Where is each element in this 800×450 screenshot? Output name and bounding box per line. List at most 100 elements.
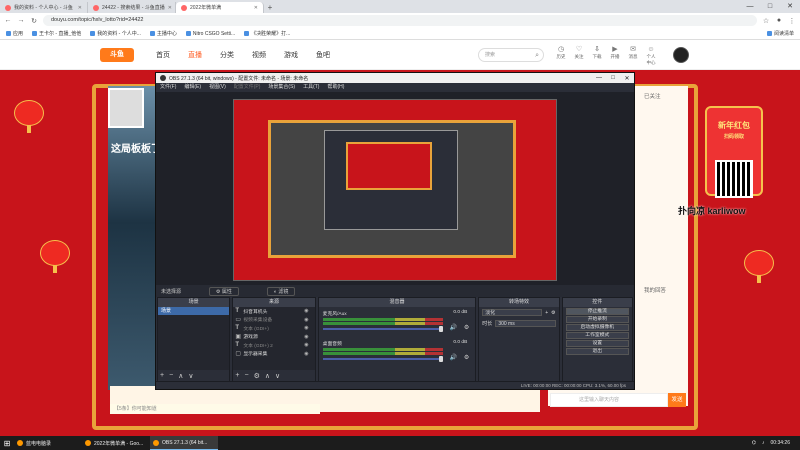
menu-view[interactable]: 视图(V) <box>209 83 226 92</box>
add-transition-icon[interactable]: + <box>545 310 548 316</box>
visibility-eye-icon[interactable]: ◉ <box>304 325 308 331</box>
add-scene-icon[interactable]: + <box>160 372 164 380</box>
follow-icon[interactable]: ♡ 关注 <box>573 46 585 66</box>
source-item[interactable]: ▣ 游戏源 ◉ <box>233 333 314 342</box>
reading-list[interactable]: 阅读清单 <box>766 30 794 37</box>
bookmark-item[interactable]: 王卡尔 - 直播_他他 <box>32 30 81 37</box>
nav-live[interactable]: 直播 <box>188 50 202 60</box>
obs-maximize-button[interactable]: □ <box>606 75 620 82</box>
nav-home[interactable]: 首页 <box>156 50 170 60</box>
close-button[interactable]: ✕ <box>780 0 800 13</box>
browser-tab-active[interactable]: 2022年微单满 ✕ <box>176 2 264 13</box>
start-recording-button[interactable]: 开始录制 <box>565 316 629 323</box>
url-input[interactable]: douyu.com/topic/hxlv_lotto?rid=24422 <box>43 15 757 26</box>
menu-tools[interactable]: 工具(T) <box>303 83 319 92</box>
speaker-icon[interactable]: 🔊 <box>450 354 457 361</box>
move-down-icon[interactable]: ∨ <box>275 372 280 380</box>
chat-input[interactable]: 这里输入聊天内容 <box>550 393 668 407</box>
move-up-icon[interactable]: ∧ <box>265 372 270 380</box>
user-center-icon[interactable]: ☺ 个人中心 <box>645 46 657 66</box>
volume-icon[interactable]: ♪ <box>762 440 765 446</box>
history-icon[interactable]: ◷ 历史 <box>555 46 567 66</box>
start-virtual-camera-button[interactable]: 启动虚拟摄像机 <box>565 324 629 331</box>
settings-button[interactable]: 设置 <box>565 340 629 347</box>
forward-icon[interactable]: → <box>17 17 25 24</box>
nav-game[interactable]: 游戏 <box>284 50 298 60</box>
minimize-button[interactable]: — <box>740 0 760 13</box>
network-icon[interactable]: ⌬ <box>752 440 756 446</box>
search-icon[interactable]: ⌕ <box>535 50 539 62</box>
windows-start-icon[interactable]: ⊞ <box>0 439 14 448</box>
gear-icon[interactable]: ⚙ <box>464 324 469 331</box>
menu-help[interactable]: 帮助(H) <box>327 83 344 92</box>
source-item[interactable]: T 文本 (GDI+) ◉ <box>233 324 314 333</box>
scene-item[interactable]: 场景 <box>158 307 230 315</box>
close-tab-icon[interactable]: ✕ <box>254 5 258 11</box>
menu-icon[interactable]: ⋮ <box>788 17 796 25</box>
transition-settings-icon[interactable]: ⚙ <box>551 310 555 316</box>
volume-slider[interactable] <box>322 328 444 330</box>
move-down-icon[interactable]: ∨ <box>188 372 193 380</box>
duration-input[interactable]: 300 ms <box>495 320 556 327</box>
nav-yuba[interactable]: 鱼吧 <box>316 50 330 60</box>
obs-preview-area[interactable] <box>156 92 634 285</box>
obs-close-button[interactable]: ✕ <box>620 75 634 82</box>
menu-file[interactable]: 文件(F) <box>160 83 176 92</box>
reload-icon[interactable]: ↻ <box>30 17 38 25</box>
clock[interactable]: 00:34:26 <box>771 440 790 446</box>
back-icon[interactable]: ← <box>4 17 12 24</box>
taskbar-item[interactable]: 蓝电电脑录 <box>14 436 82 450</box>
remove-source-icon[interactable]: − <box>244 372 248 380</box>
studio-mode-button[interactable]: 工作室模式 <box>565 332 629 339</box>
browser-tab[interactable]: 24422 - 搜索结果 - 斗鱼直播 ✕ <box>88 2 176 13</box>
properties-button[interactable]: ⚙ 属性 <box>209 286 239 296</box>
stop-streaming-button[interactable]: 停止推流 <box>565 308 629 315</box>
menu-scene-collection[interactable]: 场景集合(S) <box>268 83 295 92</box>
filters-button[interactable]: ◐ 滤镜 <box>266 286 296 296</box>
broadcast-icon[interactable]: ▶ 开播 <box>609 46 621 66</box>
taskbar-item-active[interactable]: OBS 27.1.3 (64 bit... <box>150 436 218 450</box>
browser-tab[interactable]: 我的资料 - 个人中心 - 斗鱼 ✕ <box>0 2 88 13</box>
volume-slider[interactable] <box>322 358 444 360</box>
obs-preview-canvas[interactable] <box>233 99 557 281</box>
bookmark-item[interactable]: 应用 <box>6 30 23 37</box>
speaker-icon[interactable]: 🔊 <box>450 324 457 331</box>
bookmark-item[interactable]: Nitro CSGO Setti... <box>185 31 235 37</box>
volume-slider-handle[interactable] <box>439 356 444 362</box>
transition-select[interactable]: 淡化 <box>482 309 543 316</box>
visibility-eye-icon[interactable]: ◉ <box>304 351 308 357</box>
source-item[interactable]: ▭ 视频采集设备 ◉ <box>233 316 314 325</box>
source-item[interactable]: ▢ 显示器采集 ◉ <box>233 350 314 359</box>
nav-video[interactable]: 视频 <box>252 50 266 60</box>
close-tab-icon[interactable]: ✕ <box>78 5 82 11</box>
site-logo[interactable]: 斗鱼 <box>100 48 134 62</box>
source-item[interactable]: T 文本 (GDI+) 2 ◉ <box>233 341 314 350</box>
source-settings-icon[interactable]: ⚙ <box>254 372 260 380</box>
profile-icon[interactable]: ● <box>775 17 783 24</box>
exit-button[interactable]: 退出 <box>565 348 629 355</box>
site-search-input[interactable]: 搜索 ⌕ <box>478 48 544 62</box>
remove-scene-icon[interactable]: − <box>169 372 173 380</box>
nav-category[interactable]: 分类 <box>220 50 234 60</box>
send-button[interactable]: 发送 <box>668 393 686 407</box>
new-tab-button[interactable]: + <box>264 2 276 13</box>
move-up-icon[interactable]: ∧ <box>178 372 183 380</box>
bookmark-item[interactable]: 主播中心 <box>149 30 177 37</box>
star-icon[interactable]: ☆ <box>762 17 770 25</box>
gear-icon[interactable]: ⚙ <box>464 354 469 361</box>
taskbar-item[interactable]: 2022年微单满 - Goo... <box>82 436 150 450</box>
obs-minimize-button[interactable]: — <box>592 75 606 82</box>
avatar[interactable] <box>673 47 689 63</box>
close-tab-icon[interactable]: ✕ <box>168 5 172 11</box>
maximize-button[interactable]: □ <box>760 0 780 13</box>
visibility-eye-icon[interactable]: ◉ <box>304 342 308 348</box>
bookmark-item[interactable]: 《决胜荣耀》打... <box>244 30 290 37</box>
anchor-avatar[interactable] <box>108 88 144 128</box>
bookmark-item[interactable]: 我的资料 - 个人中... <box>90 30 141 37</box>
menu-profile[interactable]: 配置文件(P) <box>234 83 261 92</box>
visibility-eye-icon[interactable]: ◉ <box>304 317 308 323</box>
volume-slider-handle[interactable] <box>439 326 444 332</box>
message-icon[interactable]: ✉ 消息 <box>627 46 639 66</box>
visibility-eye-icon[interactable]: ◉ <box>304 334 308 340</box>
source-item[interactable]: T 抖音耳机头 ◉ <box>233 307 314 316</box>
